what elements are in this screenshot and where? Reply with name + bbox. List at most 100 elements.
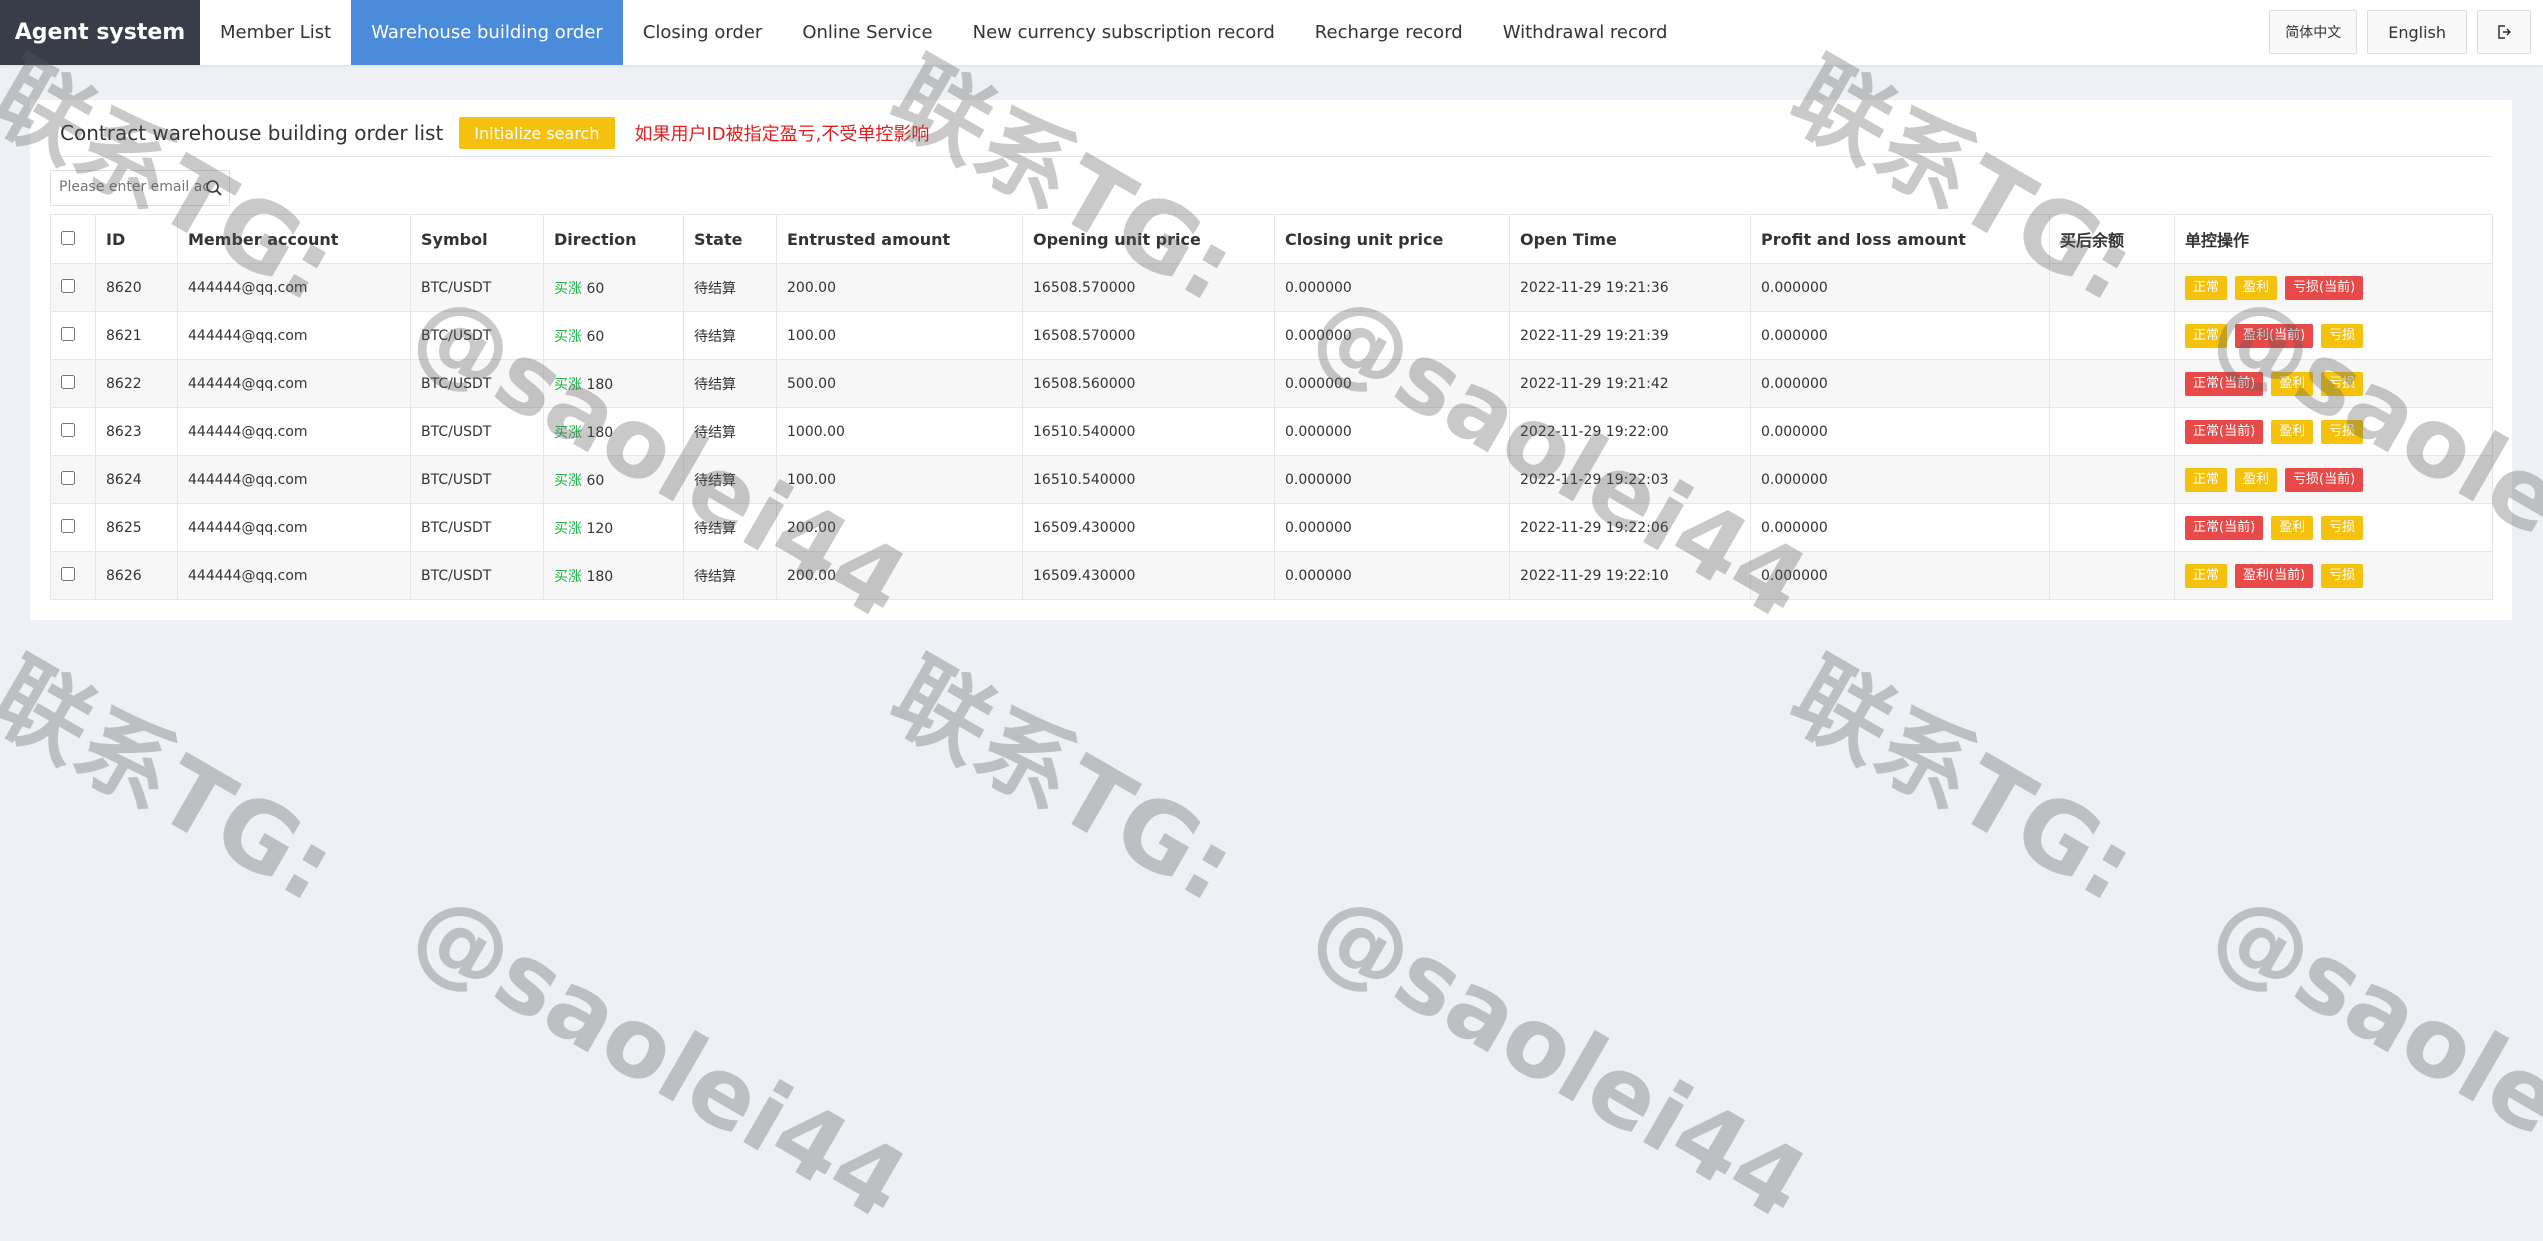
direction-seconds: 60 xyxy=(586,472,605,489)
select-all-checkbox[interactable] xyxy=(61,230,75,245)
control-operations-cell: 正常 盈利 亏损(当前) xyxy=(2174,455,2493,504)
state-cell: 待结算 xyxy=(683,311,777,360)
row-select-cell xyxy=(50,263,96,312)
state-cell: 待结算 xyxy=(683,407,777,456)
direction-label: 买涨 xyxy=(554,568,582,585)
direction-cell: 买涨 60 xyxy=(543,311,684,360)
logout-button[interactable] xyxy=(2477,10,2531,54)
control-button[interactable]: 正常 xyxy=(2185,323,2228,348)
control-button[interactable]: 亏损 xyxy=(2321,515,2364,540)
direction-cell: 买涨 180 xyxy=(543,359,684,408)
control-button[interactable]: 亏损 xyxy=(2321,323,2364,348)
row-checkbox[interactable] xyxy=(61,374,75,389)
control-button[interactable]: 盈利 xyxy=(2271,419,2314,444)
symbol-cell: BTC/USDT xyxy=(410,359,544,408)
lang-chinese-button[interactable]: 简体中文 xyxy=(2269,10,2358,54)
row-checkbox[interactable] xyxy=(61,470,75,485)
row-select-cell xyxy=(50,455,96,504)
balance-after-cell xyxy=(2049,311,2175,360)
nav-item-member-list[interactable]: Member List xyxy=(200,0,351,65)
control-button[interactable]: 亏损(当前) xyxy=(2285,275,2364,300)
state-cell: 待结算 xyxy=(683,455,777,504)
closing-price-cell: 0.000000 xyxy=(1274,311,1510,360)
nav-item-withdrawal-record[interactable]: Withdrawal record xyxy=(1483,0,1688,65)
row-checkbox[interactable] xyxy=(61,326,75,341)
symbol-cell: BTC/USDT xyxy=(410,551,544,600)
column-header: Closing unit price xyxy=(1274,214,1510,264)
initialize-search-button[interactable]: Initialize search xyxy=(459,117,615,149)
control-button[interactable]: 正常 xyxy=(2185,275,2228,300)
table-header-row: ID Member account Symbol Direction State Entr… xyxy=(50,214,2493,264)
profit-loss-cell: 0.000000 xyxy=(1750,359,2050,408)
symbol-cell: BTC/USDT xyxy=(410,455,544,504)
control-button[interactable]: 亏损 xyxy=(2321,563,2364,588)
opening-price-cell: 16509.430000 xyxy=(1022,551,1275,600)
closing-price-cell: 0.000000 xyxy=(1274,407,1510,456)
closing-price-cell: 0.000000 xyxy=(1274,263,1510,312)
row-select-cell xyxy=(50,407,96,456)
direction-cell: 买涨 180 xyxy=(543,407,684,456)
balance-after-cell xyxy=(2049,407,2175,456)
control-button[interactable]: 亏损 xyxy=(2321,419,2364,444)
control-operations-cell: 正常(当前) 盈利 亏损 xyxy=(2174,407,2493,456)
control-button[interactable]: 盈利(当前) xyxy=(2235,323,2314,348)
control-button[interactable]: 盈利 xyxy=(2271,515,2314,540)
table-row: 8625 444444@qq.com BTC/USDT 买涨 120 待结算 200.00… xyxy=(50,503,2493,552)
email-search-input[interactable] xyxy=(51,171,217,203)
entrusted-amount-cell: 200.00 xyxy=(776,503,1023,552)
open-time-cell: 2022-11-29 19:22:00 xyxy=(1509,407,1751,456)
nav-item-closing-order[interactable]: Closing order xyxy=(623,0,783,65)
row-checkbox[interactable] xyxy=(61,566,75,581)
balance-after-cell xyxy=(2049,455,2175,504)
column-header: Entrusted amount xyxy=(776,214,1023,264)
open-time-cell: 2022-11-29 19:21:39 xyxy=(1509,311,1751,360)
profit-loss-cell: 0.000000 xyxy=(1750,551,2050,600)
control-button[interactable]: 亏损(当前) xyxy=(2285,467,2364,492)
profit-loss-cell: 0.000000 xyxy=(1750,311,2050,360)
control-button[interactable]: 盈利 xyxy=(2235,275,2278,300)
opening-price-cell: 16509.430000 xyxy=(1022,503,1275,552)
control-button[interactable]: 正常(当前) xyxy=(2185,419,2264,444)
watermark-contact: 联系TG: xyxy=(873,639,1254,924)
control-button[interactable]: 正常(当前) xyxy=(2185,515,2264,540)
symbol-cell: BTC/USDT xyxy=(410,311,544,360)
nav-item-new-currency-subscription-record[interactable]: New currency subscription record xyxy=(953,0,1295,65)
column-header: ID xyxy=(95,214,178,264)
column-header: Open Time xyxy=(1509,214,1751,264)
order-id-cell: 8620 xyxy=(95,263,178,312)
row-select-cell xyxy=(50,503,96,552)
open-time-cell: 2022-11-29 19:22:10 xyxy=(1509,551,1751,600)
nav-item-online-service[interactable]: Online Service xyxy=(782,0,952,65)
direction-seconds: 60 xyxy=(586,328,605,345)
nav-item-warehouse-building-order[interactable]: Warehouse building order xyxy=(351,0,623,65)
column-header: Symbol xyxy=(410,214,544,264)
lang-english-button[interactable]: English xyxy=(2367,10,2467,54)
control-button[interactable]: 盈利 xyxy=(2235,467,2278,492)
direction-cell: 买涨 60 xyxy=(543,263,684,312)
direction-label: 买涨 xyxy=(554,280,582,297)
row-checkbox[interactable] xyxy=(61,518,75,533)
control-button[interactable]: 正常 xyxy=(2185,563,2228,588)
control-button[interactable]: 盈利(当前) xyxy=(2235,563,2314,588)
control-button[interactable]: 盈利 xyxy=(2271,371,2314,396)
direction-cell: 买涨 120 xyxy=(543,503,684,552)
control-notice: 如果用户ID被指定盈亏,不受单控影响 xyxy=(634,124,930,145)
row-checkbox[interactable] xyxy=(61,422,75,437)
control-button[interactable]: 正常 xyxy=(2185,467,2228,492)
order-table: ID Member account Symbol Direction State Entr… xyxy=(50,214,2493,600)
order-id-cell: 8622 xyxy=(95,359,178,408)
control-button[interactable]: 正常(当前) xyxy=(2185,371,2264,396)
symbol-cell: BTC/USDT xyxy=(410,263,544,312)
control-operations-cell: 正常 盈利 亏损(当前) xyxy=(2174,263,2493,312)
select-all-cell xyxy=(50,214,96,264)
watermark-handle: @saolei44 xyxy=(2194,870,2543,1241)
search-icon[interactable] xyxy=(205,179,223,197)
member-account-cell: 444444@qq.com xyxy=(177,263,411,312)
entrusted-amount-cell: 500.00 xyxy=(776,359,1023,408)
opening-price-cell: 16510.540000 xyxy=(1022,407,1275,456)
nav-item-recharge-record[interactable]: Recharge record xyxy=(1295,0,1483,65)
row-checkbox[interactable] xyxy=(61,278,75,293)
control-button[interactable]: 亏损 xyxy=(2321,371,2364,396)
entrusted-amount-cell: 200.00 xyxy=(776,551,1023,600)
member-account-cell: 444444@qq.com xyxy=(177,359,411,408)
